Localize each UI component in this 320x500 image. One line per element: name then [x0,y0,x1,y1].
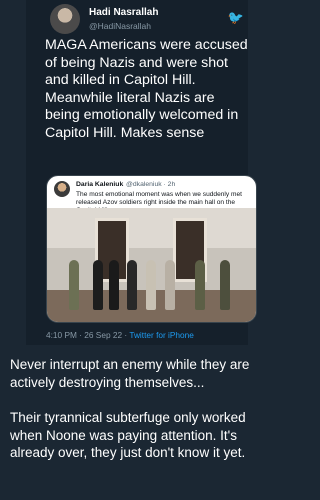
photo-person [127,260,137,310]
photo-person [109,260,119,310]
photo-person [69,260,79,310]
author-handle[interactable]: @HadiNasrallah [89,21,151,31]
twitter-bird-icon: 🐦 [227,10,244,25]
tweet-timestamp[interactable]: 4:10 PM · 26 Sep 22 · [46,330,129,340]
author-name[interactable]: Hadi Nasrallah [89,7,158,18]
photo-person [146,260,156,310]
photo-person [220,260,230,310]
author-avatar[interactable] [50,4,80,34]
tweet-source-link[interactable]: Twitter for iPhone [129,330,194,340]
photo-person [195,260,205,310]
photo-person [93,260,103,310]
quoted-tweet[interactable]: Daria Kaleniuk @dkaleniuk · 2h The most … [46,175,257,323]
caption-block: Never interrupt an enemy while they are … [10,356,274,480]
caption-paragraph: Their tyrannical subterfuge only worked … [10,410,246,460]
photo-person [165,260,175,310]
quoted-author-handle-time[interactable]: @dkaleniuk · 2h [126,181,175,188]
tweet-text: MAGA Americans were accused of being Naz… [45,37,248,141]
caption-paragraph: Never interrupt an enemy while they are … [10,357,250,390]
quoted-author-name[interactable]: Daria Kaleniuk [76,181,123,188]
quoted-tweet-photo[interactable] [47,208,256,322]
quoted-author-avatar[interactable] [54,181,70,197]
tweet-card[interactable]: Hadi Nasrallah @HadiNasrallah 🐦 MAGA Ame… [26,0,257,345]
tweet-footer: 4:10 PM · 26 Sep 22 · Twitter for iPhone [46,330,194,340]
